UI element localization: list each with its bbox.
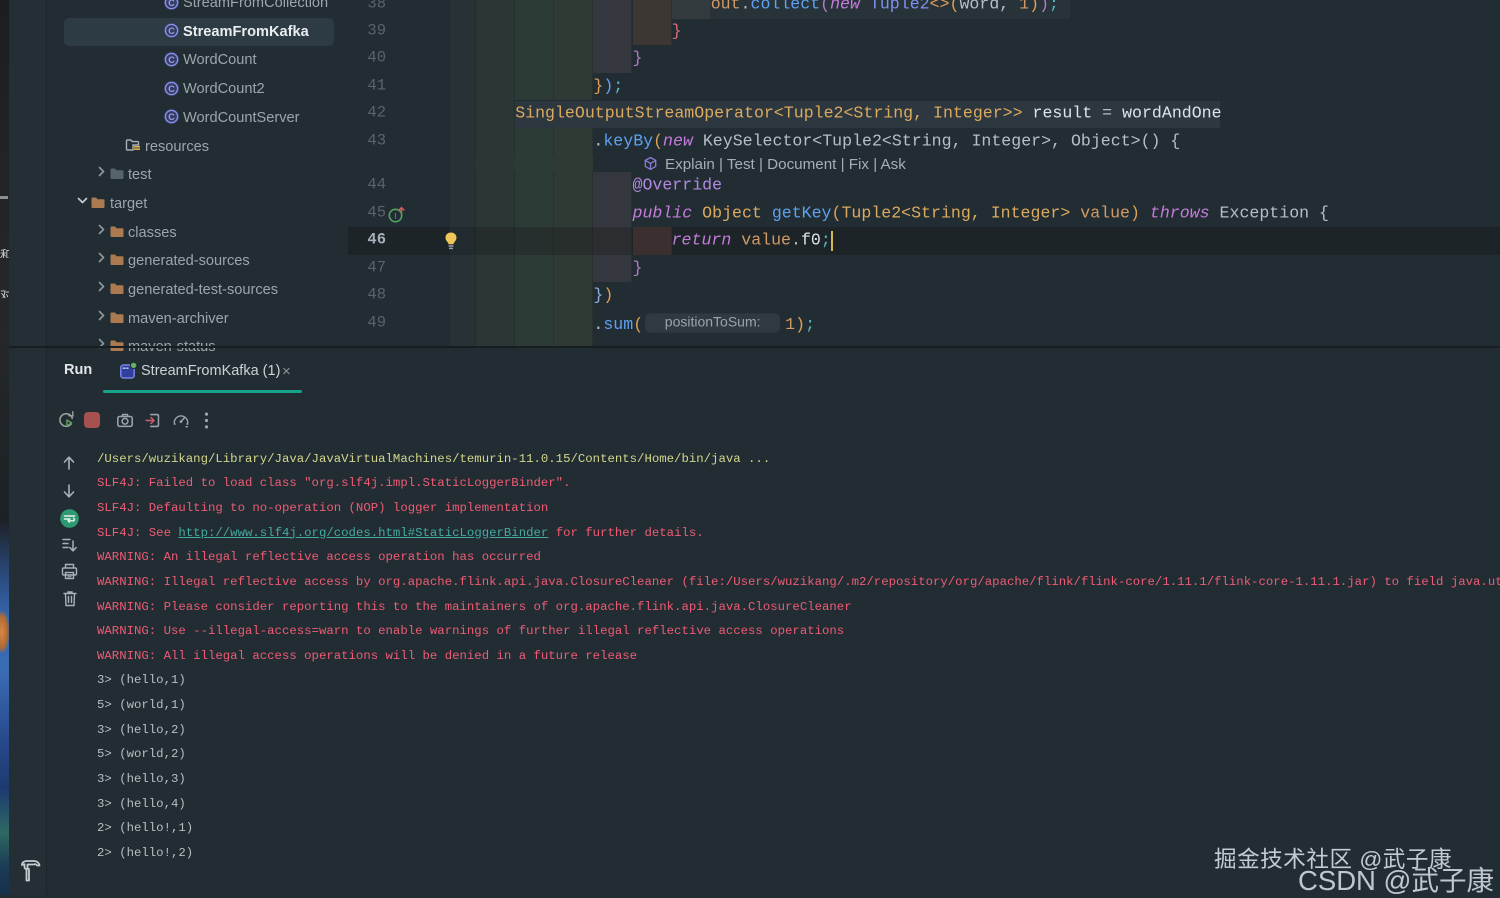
svg-text:C: C <box>168 0 175 7</box>
svg-text:I: I <box>394 211 396 221</box>
svg-text:C: C <box>168 26 175 36</box>
svg-text:C: C <box>168 83 175 93</box>
svg-text:C: C <box>168 55 175 65</box>
svg-text:C: C <box>168 112 175 122</box>
